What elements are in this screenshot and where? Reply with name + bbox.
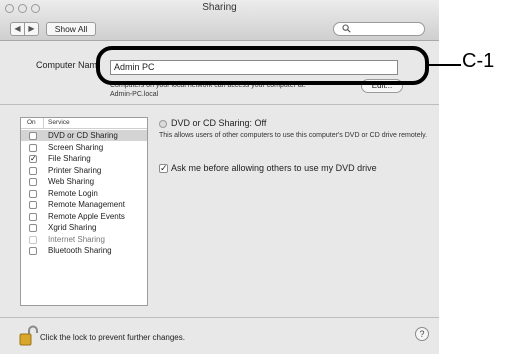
computer-name-highlight: [96, 46, 429, 85]
computer-name-label: Computer Nam: [36, 60, 98, 70]
service-checkbox[interactable]: [29, 224, 37, 232]
column-service: Service: [48, 119, 70, 126]
service-checkbox[interactable]: [29, 132, 37, 140]
status-indicator-icon: [159, 120, 167, 128]
service-status: DVD or CD Sharing: Off: [171, 118, 267, 128]
service-checkbox[interactable]: [29, 178, 37, 186]
service-name: Printer Sharing: [48, 165, 102, 175]
lock-message: Click the lock to prevent further change…: [40, 333, 185, 342]
service-checkbox[interactable]: [29, 212, 37, 221]
column-separator: [43, 118, 44, 128]
service-row[interactable]: ✓ File Sharing: [21, 153, 147, 164]
service-name: Remote Login: [48, 188, 98, 198]
forward-button[interactable]: ▶: [24, 22, 39, 36]
search-icon: [342, 24, 351, 33]
service-checkbox[interactable]: [29, 143, 37, 152]
service-name: DVD or CD Sharing: [48, 131, 118, 140]
callout-label: C-1: [462, 50, 495, 72]
service-row[interactable]: Remote Management: [21, 199, 147, 210]
service-list-header: On Service: [21, 118, 147, 129]
service-name: Bluetooth Sharing: [48, 246, 112, 255]
service-row[interactable]: Screen Sharing: [21, 142, 147, 153]
service-checkbox[interactable]: [29, 201, 37, 209]
service-checkbox: [29, 235, 37, 244]
service-name: Screen Sharing: [48, 142, 104, 152]
ask-before-checkbox[interactable]: ✓: [159, 164, 168, 173]
ask-before-label: Ask me before allowing others to use my …: [171, 163, 377, 173]
footer-divider: [0, 317, 439, 318]
forward-arrow-icon: ▶: [28, 24, 35, 33]
service-name: Remote Apple Events: [48, 211, 125, 221]
section-divider: [0, 104, 439, 105]
service-row[interactable]: Bluetooth Sharing: [21, 245, 147, 256]
service-list[interactable]: On Service DVD or CD Sharing Screen Shari…: [20, 117, 148, 306]
service-name: Web Sharing: [48, 177, 95, 186]
service-row[interactable]: Xgrid Sharing: [21, 222, 147, 233]
service-row[interactable]: Remote Apple Events: [21, 211, 147, 222]
window-title: Sharing: [202, 2, 237, 13]
show-all-button[interactable]: Show All: [46, 22, 96, 36]
service-name: Xgrid Sharing: [48, 223, 97, 232]
title-bar: Sharing ◀ ▶ Show All: [0, 0, 439, 41]
search-field[interactable]: [333, 22, 425, 36]
callout-line: [429, 64, 461, 66]
back-button[interactable]: ◀: [10, 22, 25, 36]
service-name: Remote Management: [48, 200, 125, 209]
service-row[interactable]: Internet Sharing: [21, 234, 147, 245]
service-row[interactable]: Web Sharing: [21, 176, 147, 187]
service-checkbox[interactable]: [29, 189, 37, 198]
service-row[interactable]: DVD or CD Sharing: [21, 130, 147, 141]
service-checkbox[interactable]: ✓: [29, 155, 37, 163]
service-description: This allows users of other computers to …: [159, 132, 428, 139]
service-name: Internet Sharing: [48, 234, 105, 244]
service-name: File Sharing: [48, 154, 91, 163]
service-checkbox[interactable]: [29, 166, 37, 175]
column-on: On: [27, 119, 36, 126]
back-arrow-icon: ◀: [14, 24, 21, 33]
service-row[interactable]: Printer Sharing: [21, 165, 147, 176]
help-button[interactable]: ?: [415, 327, 429, 341]
service-checkbox[interactable]: [29, 247, 37, 255]
lock-icon[interactable]: [18, 325, 38, 347]
service-row[interactable]: Remote Login: [21, 188, 147, 199]
address-line-2: Admin-PC.local: [110, 91, 159, 98]
